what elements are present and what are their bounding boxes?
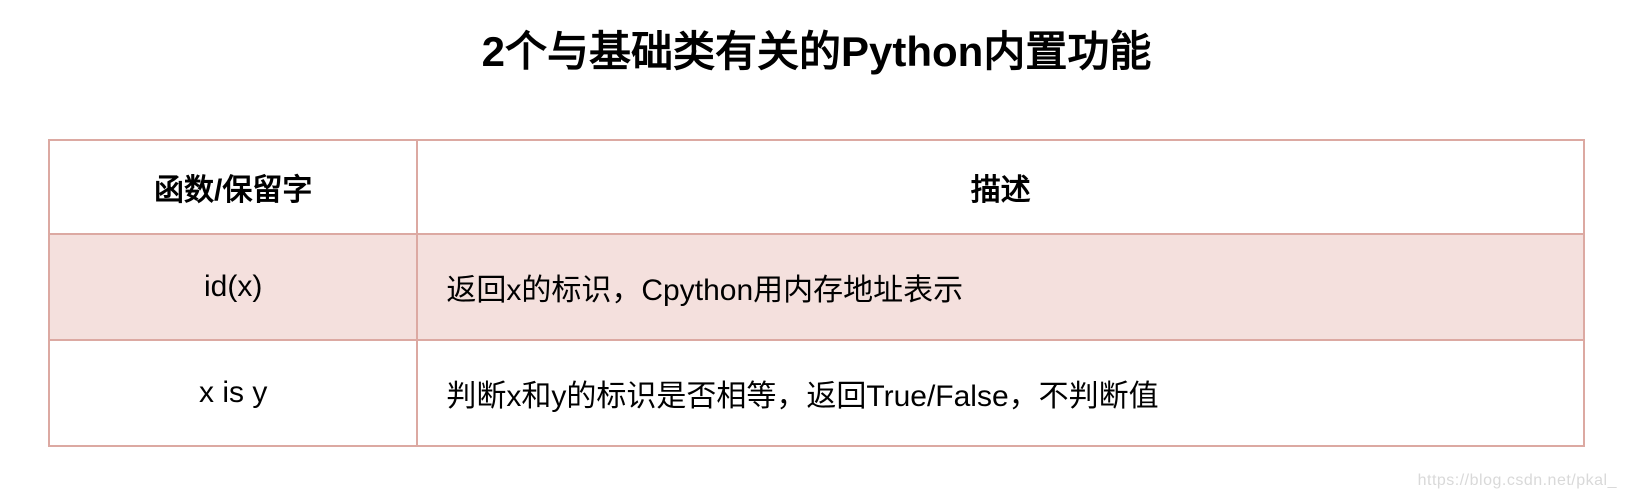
functions-table: 函数/保留字 描述 id(x)返回x的标识，Cpython用内存地址表示x is…: [48, 139, 1585, 447]
page-title: 2个与基础类有关的Python内置功能: [0, 0, 1633, 139]
table-row: id(x)返回x的标识，Cpython用内存地址表示: [49, 234, 1584, 340]
func-cell: id(x): [49, 234, 417, 340]
header-func: 函数/保留字: [49, 140, 417, 234]
func-cell: x is y: [49, 340, 417, 446]
header-desc: 描述: [417, 140, 1584, 234]
desc-cell: 判断x和y的标识是否相等，返回True/False，不判断值: [417, 340, 1584, 446]
table-container: 函数/保留字 描述 id(x)返回x的标识，Cpython用内存地址表示x is…: [0, 139, 1633, 447]
desc-cell: 返回x的标识，Cpython用内存地址表示: [417, 234, 1584, 340]
table-header-row: 函数/保留字 描述: [49, 140, 1584, 234]
watermark-text: https://blog.csdn.net/pkal_: [1418, 472, 1617, 490]
table-body: id(x)返回x的标识，Cpython用内存地址表示x is y判断x和y的标识…: [49, 234, 1584, 446]
table-row: x is y判断x和y的标识是否相等，返回True/False，不判断值: [49, 340, 1584, 446]
